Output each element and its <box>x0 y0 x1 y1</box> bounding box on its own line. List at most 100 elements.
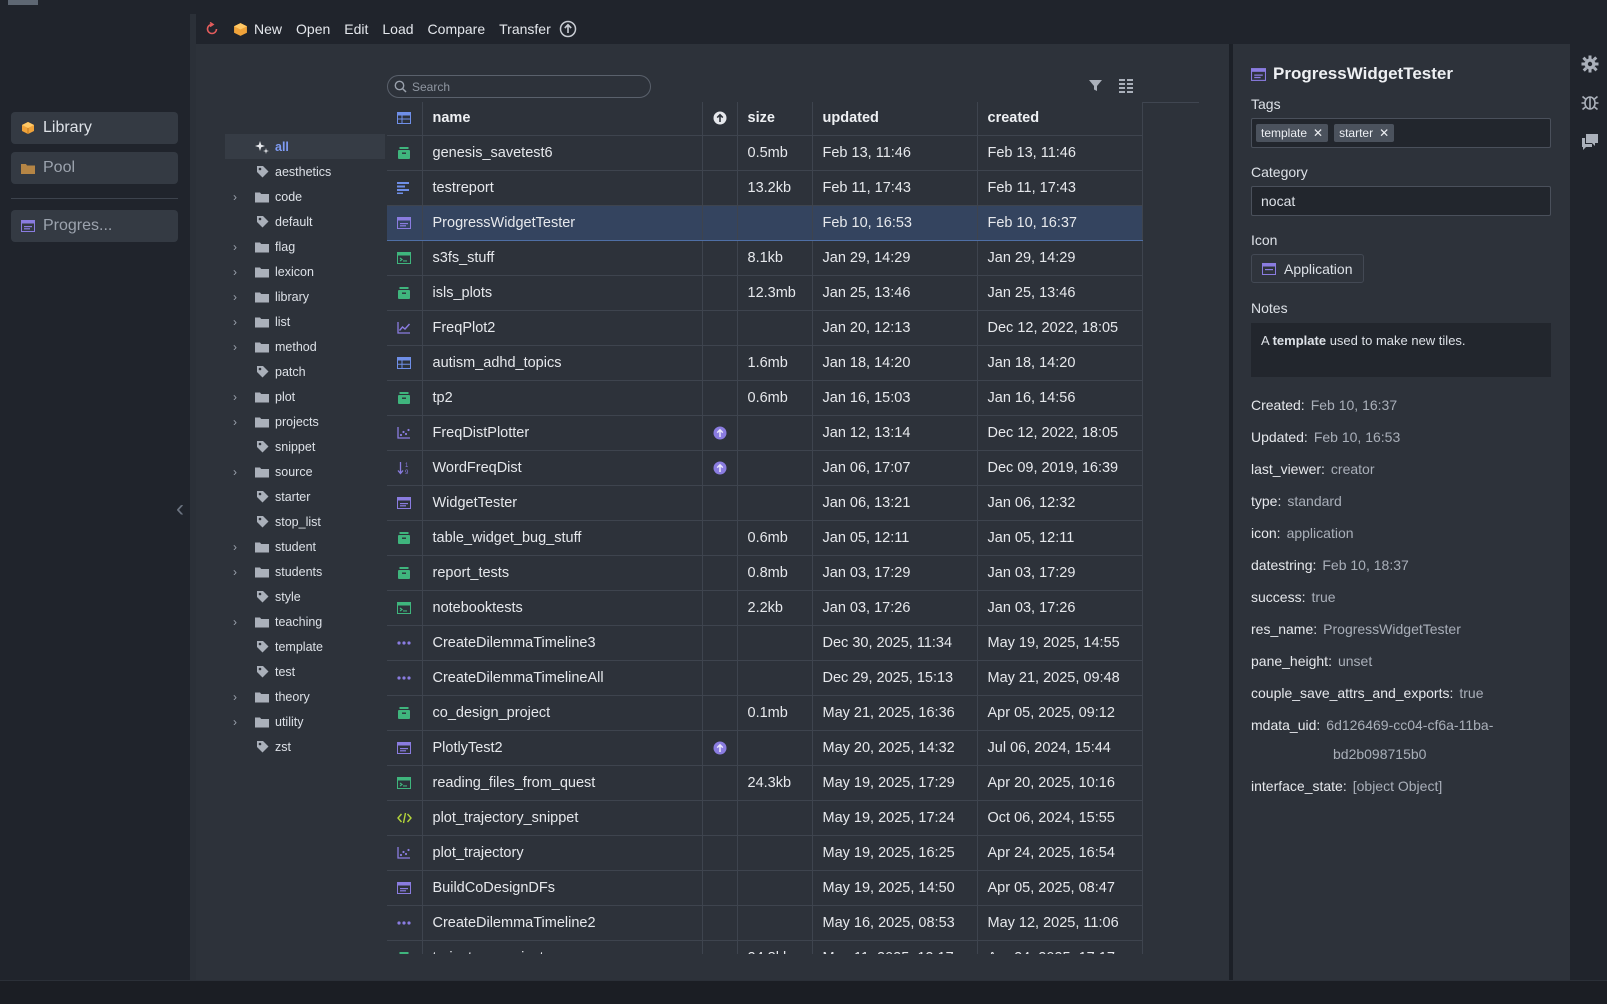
search-field[interactable] <box>387 75 651 98</box>
table-row[interactable]: co_design_project 0.1mb May 21, 2025, 16:3… <box>387 695 1143 731</box>
table-row[interactable]: trajectory_project 24.8kbMay 11, 2025, 12… <box>387 940 1143 954</box>
row-name[interactable]: ProgressWidgetTester <box>422 204 703 241</box>
filter-icon[interactable] <box>1088 78 1103 98</box>
table-row[interactable]: genesis_savetest6 0.5mb Feb 13, 11:46 Feb 1… <box>387 135 1143 171</box>
row-name[interactable]: CreateDilemmaTimeline3 <box>422 625 703 661</box>
row-name[interactable]: genesis_savetest6 <box>422 135 703 171</box>
chevron-right-icon[interactable]: › <box>233 465 243 479</box>
table-row[interactable]: autism_adhd_topics 1.6mb Jan 18, 14:20 Jan … <box>387 345 1143 381</box>
sidebar-item-pool[interactable]: Pool <box>11 152 178 184</box>
chevron-right-icon[interactable]: › <box>233 190 243 204</box>
transfer-button[interactable]: Transfer <box>499 21 551 37</box>
row-name[interactable]: plot_trajectory_snippet <box>422 800 703 836</box>
chevron-right-icon[interactable]: › <box>233 715 243 729</box>
table-row[interactable]: FreqPlot2 Jan 20, 12:13 Dec 12, 2022, 18:0… <box>387 310 1143 346</box>
compare-button[interactable]: Compare <box>428 21 486 37</box>
table-row[interactable]: isls_plots 12.3mb Jan 25, 13:46 Jan 25, 13:… <box>387 275 1143 311</box>
table-row[interactable]: plot_trajectory_snippet May 19, 2025, 17:… <box>387 800 1143 836</box>
tree-item-default[interactable]: default <box>225 209 385 234</box>
row-name[interactable]: plot_trajectory <box>422 835 703 871</box>
load-button[interactable]: Load <box>382 21 413 37</box>
row-name[interactable]: BuildCoDesignDFs <box>422 870 703 906</box>
table-row[interactable]: FreqDistPlotter Jan 12, 13:14 Dec 12, 2022… <box>387 415 1143 451</box>
tree-item-all[interactable]: all <box>225 134 385 159</box>
icon-select-button[interactable]: Application <box>1251 254 1364 283</box>
chevron-right-icon[interactable]: › <box>233 615 243 629</box>
chevron-right-icon[interactable]: › <box>233 565 243 579</box>
tree-item-method[interactable]: › method <box>225 334 385 359</box>
tree-item-library[interactable]: › library <box>225 284 385 309</box>
tree-item-template[interactable]: template <box>225 634 385 659</box>
column-header-size[interactable]: size <box>737 102 813 136</box>
row-name[interactable]: notebooktests <box>422 590 703 626</box>
sidebar-item-library[interactable]: Library <box>11 112 178 144</box>
row-name[interactable]: tp2 <box>422 380 703 416</box>
new-button[interactable]: New <box>254 21 282 37</box>
remove-tag-icon[interactable]: ✕ <box>1313 126 1323 140</box>
search-input[interactable] <box>412 79 632 94</box>
table-row[interactable]: BuildCoDesignDFs May 19, 2025, 14:50 Apr 0… <box>387 870 1143 906</box>
shared-column-icon[interactable] <box>702 102 738 136</box>
tree-item-list[interactable]: › list <box>225 309 385 334</box>
row-name[interactable]: s3fs_stuff <box>422 240 703 276</box>
column-header-name[interactable]: name <box>422 102 703 136</box>
table-row[interactable]: PlotlyTest2 May 20, 2025, 14:32 Jul 06, 20… <box>387 730 1143 766</box>
refresh-icon[interactable] <box>205 22 219 36</box>
tree-item-projects[interactable]: › projects <box>225 409 385 434</box>
tree-item-stop-list[interactable]: stop_list <box>225 509 385 534</box>
notes-field[interactable]: A template used to make new tiles. <box>1251 323 1551 377</box>
chevron-right-icon[interactable]: › <box>233 265 243 279</box>
table-row[interactable]: notebooktests 2.2kb Jan 03, 17:26 Jan 03, 1… <box>387 590 1143 626</box>
row-name[interactable]: CreateDilemmaTimelineAll <box>422 660 703 696</box>
row-name[interactable]: autism_adhd_topics <box>422 345 703 381</box>
row-name[interactable]: FreqDistPlotter <box>422 415 703 451</box>
remove-tag-icon[interactable]: ✕ <box>1379 126 1389 140</box>
tree-item-utility[interactable]: › utility <box>225 709 385 734</box>
table-row[interactable]: testreport 13.2kb Feb 11, 17:43 Feb 11, 17:… <box>387 170 1143 206</box>
row-name[interactable]: PlotlyTest2 <box>422 730 703 766</box>
row-name[interactable]: WordFreqDist <box>422 450 703 486</box>
tree-item-flag[interactable]: › flag <box>225 234 385 259</box>
row-name[interactable]: trajectory_project <box>422 940 703 954</box>
column-header-created[interactable]: created <box>977 102 1143 136</box>
chevron-right-icon[interactable]: › <box>233 290 243 304</box>
table-row[interactable]: s3fs_stuff 8.1kb Jan 29, 14:29 Jan 29, 14:2… <box>387 240 1143 276</box>
tags-input[interactable]: template ✕ starter ✕ <box>1251 118 1551 148</box>
table-row[interactable]: CreateDilemmaTimeline3 Dec 30, 2025, 11:3… <box>387 625 1143 661</box>
tree-item-theory[interactable]: › theory <box>225 684 385 709</box>
select-all-icon[interactable] <box>387 102 423 136</box>
chevron-right-icon[interactable]: › <box>233 390 243 404</box>
table-row[interactable]: table_widget_bug_stuff 0.6mb Jan 05, 12:11… <box>387 520 1143 556</box>
row-name[interactable]: co_design_project <box>422 695 703 731</box>
row-name[interactable]: reading_files_from_quest <box>422 765 703 801</box>
chevron-right-icon[interactable]: › <box>233 540 243 554</box>
table-row[interactable]: plot_trajectory May 19, 2025, 16:25 Apr 24… <box>387 835 1143 871</box>
tree-item-zst[interactable]: zst <box>225 734 385 759</box>
table-row[interactable]: WidgetTester Jan 06, 13:21 Jan 06, 12:32 <box>387 485 1143 521</box>
chevron-right-icon[interactable]: › <box>233 340 243 354</box>
row-name[interactable]: FreqPlot2 <box>422 310 703 346</box>
gear-icon[interactable] <box>1580 54 1600 74</box>
table-row[interactable]: reading_files_from_quest 24.3kb May 19, 20… <box>387 765 1143 801</box>
row-name[interactable]: isls_plots <box>422 275 703 311</box>
chevron-right-icon[interactable]: › <box>233 415 243 429</box>
table-row[interactable]: ProgressWidgetTester Feb 10, 16:53 Feb 10,… <box>387 204 1143 241</box>
table-row[interactable]: 1 9 WordFreqDist Jan 06, 17:07 Dec 09, 2019,… <box>387 450 1143 486</box>
chat-icon[interactable] <box>1580 132 1600 152</box>
tree-item-lexicon[interactable]: › lexicon <box>225 259 385 284</box>
table-row[interactable]: tp2 0.6mb Jan 16, 15:03 Jan 16, 14:56 <box>387 380 1143 416</box>
chevron-left-icon[interactable]: ‹ <box>176 497 192 521</box>
row-name[interactable]: CreateDilemmaTimeline2 <box>422 905 703 941</box>
tree-item-snippet[interactable]: snippet <box>225 434 385 459</box>
sidebar-item-progress-tab[interactable]: Progres... <box>11 210 178 242</box>
tree-item-plot[interactable]: › plot <box>225 384 385 409</box>
bug-icon[interactable] <box>1580 92 1600 112</box>
table-row[interactable]: report_tests 0.8mb Jan 03, 17:29 Jan 03, 17… <box>387 555 1143 591</box>
open-button[interactable]: Open <box>296 21 330 37</box>
tree-item-aesthetics[interactable]: aesthetics <box>225 159 385 184</box>
tree-item-starter[interactable]: starter <box>225 484 385 509</box>
column-header-updated[interactable]: updated <box>812 102 978 136</box>
edit-button[interactable]: Edit <box>344 21 368 37</box>
column-settings-icon[interactable] <box>1118 78 1134 99</box>
row-name[interactable]: report_tests <box>422 555 703 591</box>
